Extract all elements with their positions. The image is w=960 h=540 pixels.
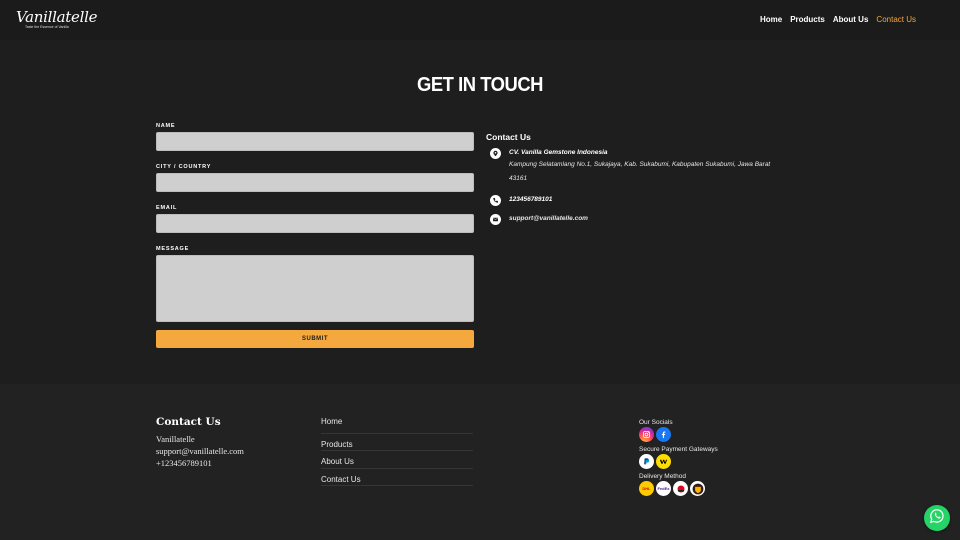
footer-link-products[interactable]: Products <box>321 434 473 451</box>
western-union-icon <box>656 454 671 469</box>
whatsapp-chat-button[interactable] <box>924 505 950 531</box>
phone-icon <box>490 195 501 206</box>
footer-company: Vanillatelle <box>156 434 195 444</box>
logo-wordmark: Vanillatelle <box>16 8 98 26</box>
address-row: CV. Vanilla Gemstone Indonesia Kampung S… <box>486 148 806 186</box>
email-address[interactable]: support@vanillatelle.com <box>509 214 806 224</box>
name-label: NAME <box>156 123 176 129</box>
facebook-icon[interactable] <box>656 427 671 442</box>
name-input[interactable] <box>156 132 474 151</box>
footer-phone[interactable]: +123456789101 <box>156 457 244 469</box>
location-pin-icon <box>490 148 501 159</box>
city-country-label: CITY / COUNTRY <box>156 164 212 170</box>
footer-link-about-us[interactable]: About Us <box>321 451 473 469</box>
contact-info-title: Contact Us <box>486 132 531 142</box>
social-icons <box>639 427 718 442</box>
footer-contact-title: Contact Us <box>156 416 221 428</box>
nav-home[interactable]: Home <box>760 15 782 25</box>
company-name: CV. Vanilla Gemstone Indonesia <box>509 149 608 156</box>
email-row: support@vanillatelle.com <box>486 214 806 225</box>
fedex-icon: FedEx <box>656 481 671 496</box>
nav-contact-us[interactable]: Contact Us <box>876 15 916 25</box>
address-line-2: 43161 <box>509 175 528 182</box>
whatsapp-icon <box>929 508 945 529</box>
page-title: GET IN TOUCH <box>416 74 544 96</box>
paypal-icon <box>639 454 654 469</box>
sicepat-icon <box>673 481 688 496</box>
site-footer: Contact Us Vanillatelle support@vanillat… <box>0 384 960 540</box>
contact-info: Contact Us CV. Vanilla Gemstone Indonesi… <box>486 132 806 233</box>
phone-row: 123456789101 <box>486 195 806 206</box>
footer-contact: Contact Us Vanillatelle support@vanillat… <box>156 416 244 469</box>
phone-number[interactable]: 123456789101 <box>509 195 806 205</box>
fedex-text: FedEx <box>657 486 670 491</box>
address-line-1: Kampung Selatamlang No.1, Sukajaya, Kab.… <box>509 161 771 168</box>
city-country-input[interactable] <box>156 173 474 192</box>
contact-form: NAME CITY / COUNTRY EMAIL MESSAGE SUBMIT <box>156 123 474 348</box>
submit-button[interactable]: SUBMIT <box>156 330 474 348</box>
footer-badges: Our Socials Secure Payment Gateways Deli… <box>639 418 718 499</box>
email-label: EMAIL <box>156 205 178 211</box>
nav-products[interactable]: Products <box>790 15 825 25</box>
socials-label: Our Socials <box>639 419 673 426</box>
footer-link-contact-us[interactable]: Contact Us <box>321 469 473 486</box>
top-navbar: Vanillatelle Taste the Essence of Vanill… <box>0 0 960 40</box>
payment-icons <box>639 454 718 469</box>
envelope-icon <box>490 214 501 225</box>
nav-about-us[interactable]: About Us <box>833 15 869 25</box>
email-input[interactable] <box>156 214 474 233</box>
ups-icon <box>690 481 705 496</box>
footer-links: Home Products About Us Contact Us <box>321 416 473 486</box>
instagram-icon[interactable] <box>639 427 654 442</box>
contact-section: GET IN TOUCH NAME CITY / COUNTRY EMAIL M… <box>0 40 960 384</box>
delivery-label: Delivery Method <box>639 473 686 480</box>
dhl-icon: DHL <box>639 481 654 496</box>
footer-link-home[interactable]: Home <box>321 416 473 434</box>
delivery-icons: DHL FedEx <box>639 481 718 496</box>
payment-label: Secure Payment Gateways <box>639 446 718 453</box>
message-textarea[interactable] <box>156 255 474 322</box>
main-nav: Home Products About Us Contact Us <box>760 15 916 25</box>
message-label: MESSAGE <box>156 246 190 252</box>
site-logo[interactable]: Vanillatelle Taste the Essence of Vanill… <box>16 8 98 33</box>
footer-email[interactable]: support@vanillatelle.com <box>156 445 244 457</box>
